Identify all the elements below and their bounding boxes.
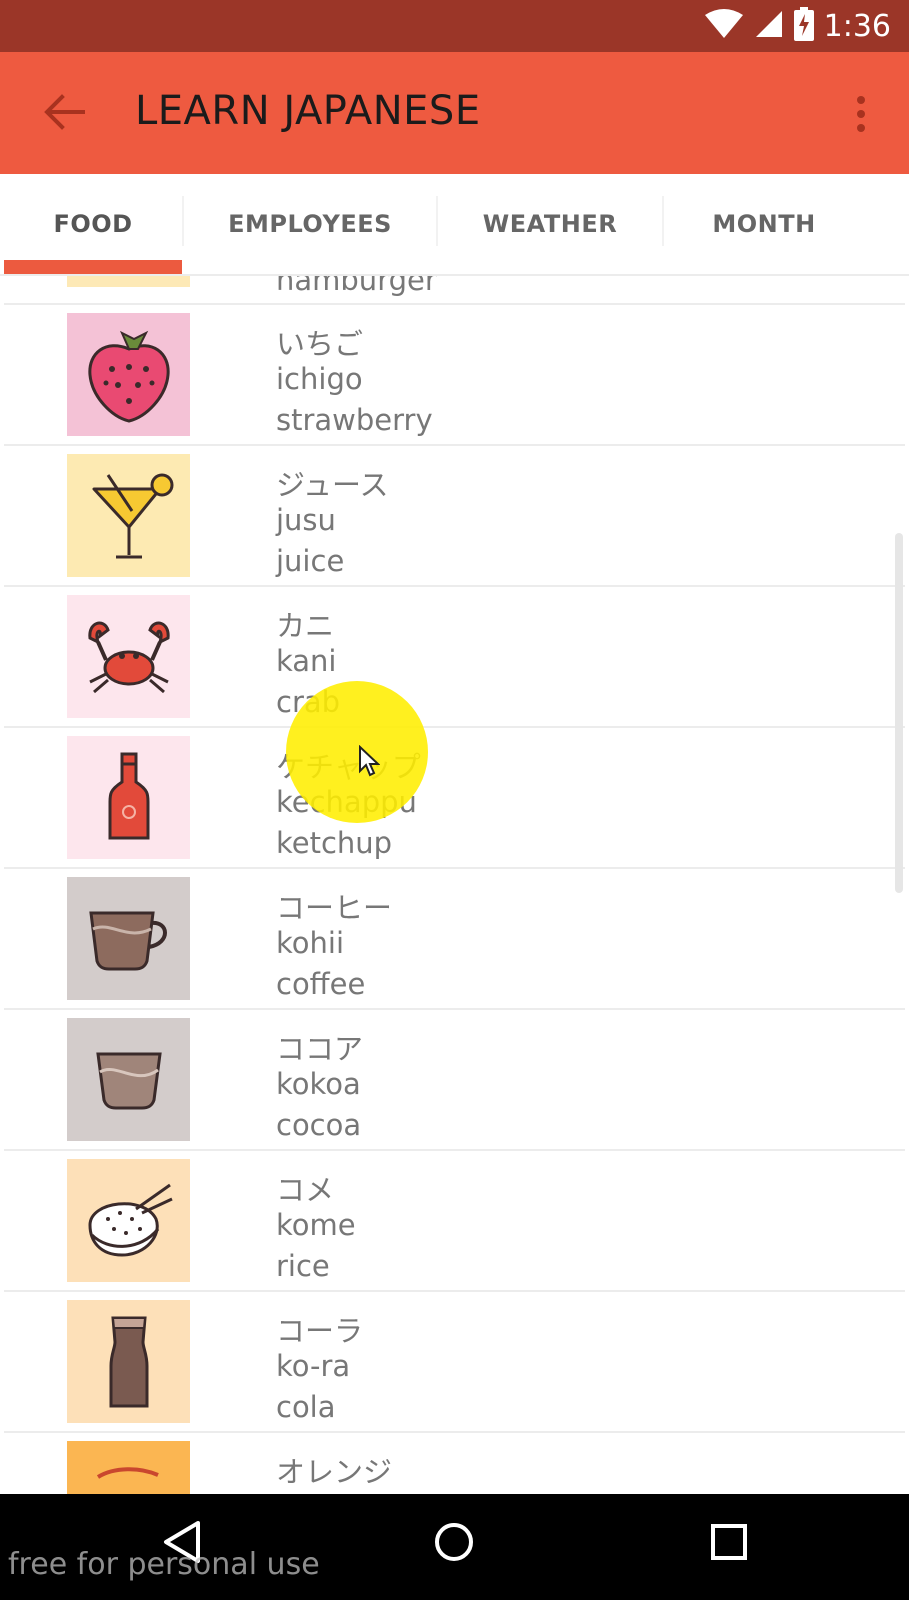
- hamburger-icon: [67, 276, 190, 287]
- tab-label: EMPLOYEES: [228, 210, 392, 238]
- romaji-word: kome: [276, 1208, 356, 1242]
- english-word: coffee: [276, 967, 366, 1001]
- list-item[interactable]: コメ kome rice: [0, 1151, 909, 1292]
- english-word: cocoa: [276, 1108, 362, 1142]
- list-item[interactable]: オレンジ: [0, 1433, 909, 1494]
- list-item[interactable]: カニ kani crab: [0, 587, 909, 728]
- back-button[interactable]: [30, 80, 98, 148]
- romaji-word: ichigo: [276, 362, 363, 396]
- list-item[interactable]: ケチャップ kechappu ketchup: [0, 728, 909, 869]
- status-time: 1:36: [823, 8, 891, 44]
- list-item[interactable]: コーラ ko-ra cola: [0, 1292, 909, 1433]
- tab-weather[interactable]: WEATHER: [438, 174, 662, 274]
- orange-icon: [67, 1441, 190, 1494]
- english-word: hamburger: [276, 276, 437, 297]
- signal-icon: [754, 9, 784, 43]
- japanese-word: ジュース: [276, 468, 389, 502]
- tab-indicator: [4, 260, 182, 274]
- word-list[interactable]: hamburger いちご ichigo strawberry ジュース jus…: [0, 276, 909, 1494]
- cocktail-icon: [67, 454, 190, 577]
- coffee-cup-icon: [67, 877, 190, 1000]
- list-item[interactable]: ココア kokoa cocoa: [0, 1010, 909, 1151]
- rice-bowl-icon: [67, 1159, 190, 1282]
- english-word: ketchup: [276, 826, 393, 860]
- tab-food[interactable]: FOOD: [4, 174, 182, 274]
- romaji-word: kechappu: [276, 785, 417, 819]
- cola-glass-icon: [67, 1300, 190, 1423]
- romaji-word: kohii: [276, 926, 344, 960]
- arrow-left-icon: [43, 94, 85, 134]
- japanese-word: ケチャップ: [276, 750, 421, 784]
- nav-recents-icon: [710, 1523, 748, 1565]
- english-word: rice: [276, 1249, 330, 1283]
- english-word: crab: [276, 685, 341, 719]
- watermark-text: free for personal use: [8, 1547, 320, 1582]
- english-word: juice: [276, 544, 345, 578]
- japanese-word: いちご: [276, 327, 364, 361]
- english-word: strawberry: [276, 403, 433, 437]
- app-screen: 1:36 LEARN JAPANESE FOOD EMPLOYEES WEATH…: [0, 0, 909, 1600]
- tab-label: MONTH: [712, 210, 816, 238]
- japanese-word: カニ: [276, 609, 335, 643]
- japanese-word: コメ: [276, 1173, 335, 1207]
- list-item[interactable]: hamburger: [0, 276, 909, 305]
- tab-bar: FOOD EMPLOYEES WEATHER MONTH: [0, 174, 909, 276]
- scrollbar-thumb[interactable]: [895, 533, 903, 893]
- page-title: LEARN JAPANESE: [135, 88, 481, 134]
- more-vert-icon: [856, 96, 866, 136]
- japanese-word: オレンジ: [276, 1455, 393, 1489]
- nav-recents-button[interactable]: [693, 1512, 765, 1576]
- list-item[interactable]: いちご ichigo strawberry: [0, 305, 909, 446]
- status-bar: 1:36: [0, 0, 909, 52]
- tab-employees[interactable]: EMPLOYEES: [184, 174, 436, 274]
- overflow-menu-button[interactable]: [841, 86, 881, 146]
- nav-home-icon: [433, 1521, 475, 1567]
- tab-label: FOOD: [53, 210, 133, 238]
- romaji-word: kani: [276, 644, 337, 678]
- ketchup-bottle-icon: [67, 736, 190, 859]
- list-item[interactable]: ジュース jusu juice: [0, 446, 909, 587]
- strawberry-icon: [67, 313, 190, 436]
- tab-label: WEATHER: [482, 210, 618, 238]
- japanese-word: コーヒー: [276, 891, 393, 925]
- japanese-word: ココア: [276, 1032, 364, 1066]
- list-item[interactable]: コーヒー kohii coffee: [0, 869, 909, 1010]
- japanese-word: コーラ: [276, 1314, 364, 1348]
- romaji-word: jusu: [276, 503, 336, 537]
- status-icons: 1:36: [704, 7, 891, 45]
- english-word: cola: [276, 1390, 336, 1424]
- crab-icon: [67, 595, 190, 718]
- nav-home-button[interactable]: [418, 1512, 490, 1576]
- romaji-word: kokoa: [276, 1067, 361, 1101]
- cocoa-cup-icon: [67, 1018, 190, 1141]
- app-bar: LEARN JAPANESE: [0, 52, 909, 174]
- romaji-word: ko-ra: [276, 1349, 351, 1383]
- battery-charging-icon: [793, 7, 814, 45]
- tab-month[interactable]: MONTH: [664, 174, 864, 274]
- wifi-icon: [704, 9, 744, 43]
